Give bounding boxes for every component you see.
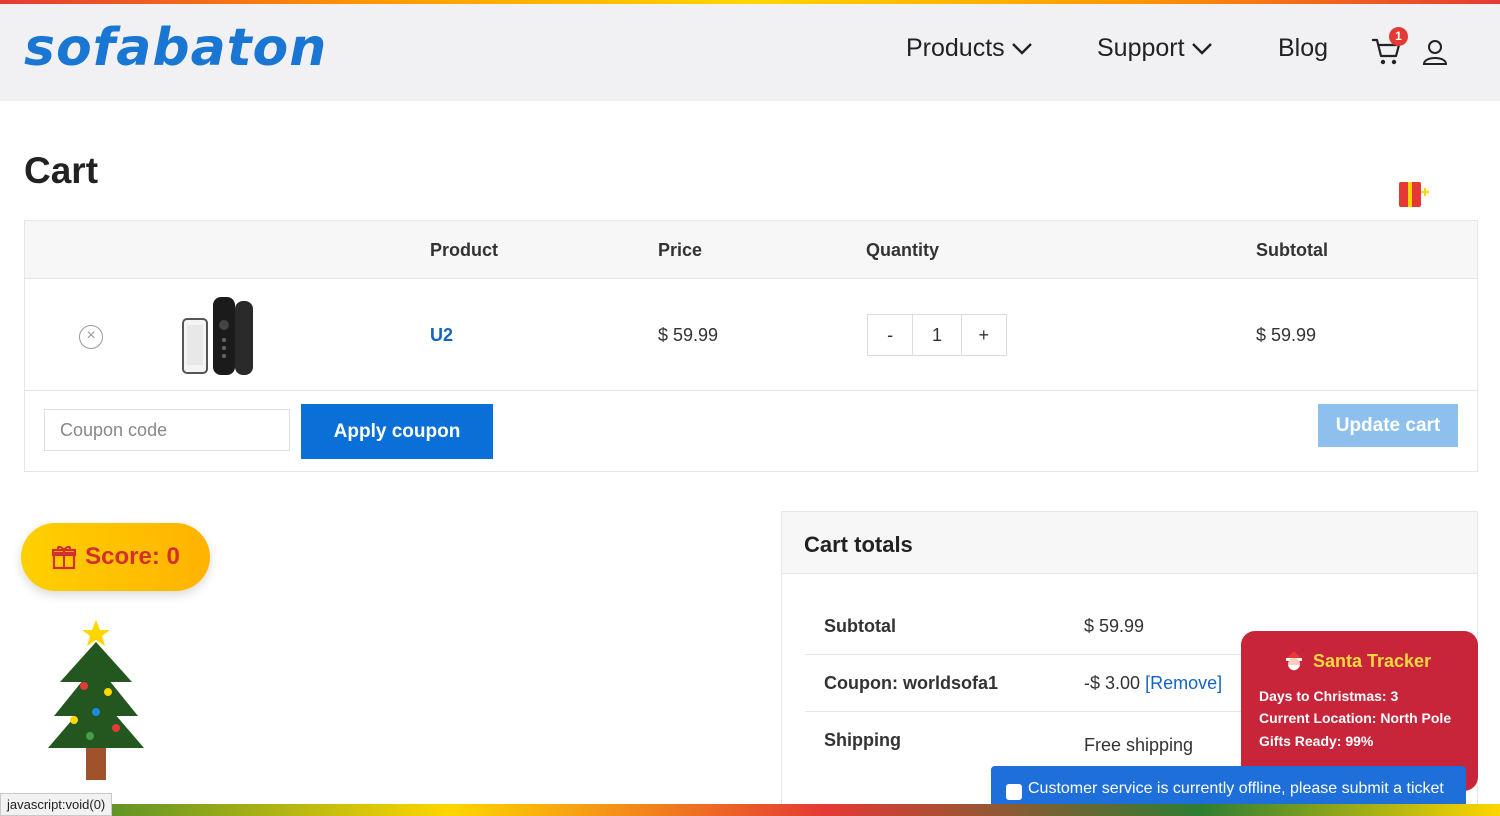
product-thumbnail[interactable] [179,295,257,377]
totals-row-shipping: Shipping Free shipping [805,712,1245,769]
sofabaton-logo[interactable]: sofabaton [24,18,327,78]
cart-table: Product Price Quantity Subtotal × U2 $ 5… [24,220,1478,472]
nav-support[interactable]: Support [1097,34,1213,63]
table-row: × U2 $ 59.99 - 1 + $ 59.99 [25,279,1477,391]
totals-label: Shipping [824,730,901,750]
totals-label: Coupon: worldsofa1 [824,673,998,693]
nav-products[interactable]: Products [906,34,1033,63]
totals-value: Free shipping [1084,735,1194,755]
gifts-ready: Gifts Ready: 99% [1259,733,1374,749]
page-title: Cart [24,150,99,191]
item-price: $ 59.99 [658,325,719,345]
current-location: Current Location: North Pole [1259,710,1452,726]
remove-item-button[interactable]: × [79,325,103,349]
chat-icon [1006,784,1022,800]
quantity-decrease-button[interactable]: - [868,315,912,355]
santa-tracker-header: Santa Tracker [1283,650,1431,672]
chevron-down-icon [1011,42,1032,55]
totals-row-coupon: Coupon: worldsofa1 -$ 3.00 [Remove] [805,655,1245,712]
nav-products-label: Products [906,34,1005,62]
cart-count-badge: 1 [1389,27,1408,46]
totals-value: $ 59.99 [1084,616,1145,636]
remove-coupon-link[interactable]: [Remove] [1145,673,1222,693]
customer-service-text: Customer service is currently offline, p… [1028,780,1444,797]
totals-row-subtotal: Subtotal $ 59.99 [805,598,1245,655]
chevron-down-icon [1191,42,1212,55]
score-badge[interactable]: Score: 0 [21,523,210,591]
update-cart-button[interactable]: Update cart [1318,404,1458,447]
christmas-tree-icon [48,620,144,780]
site-header: sofabaton Products Support Blog 1 [0,4,1500,101]
score-label: Score: 0 [85,543,180,570]
quantity-increase-button[interactable]: + [962,315,1006,355]
apply-coupon-button[interactable]: Apply coupon [301,404,493,459]
header-quantity: Quantity [866,240,940,260]
gift-icon [52,546,77,570]
logo-text: sofabaton [24,18,328,78]
totals-value: -$ 3.00 [Remove] [1084,673,1222,694]
header-price: Price [658,240,703,260]
cart-table-header: Product Price Quantity Subtotal [25,221,1477,279]
quantity-stepper: - 1 + [867,314,1007,356]
coupon-discount: -$ 3.00 [1084,673,1141,693]
nav-blog-label: Blog [1278,34,1329,62]
quantity-input[interactable]: 1 [912,315,962,355]
user-icon[interactable] [1422,38,1448,66]
nav-blog[interactable]: Blog [1278,34,1328,63]
nav-support-label: Support [1097,34,1185,62]
santa-icon [1286,651,1302,671]
header-subtotal: Subtotal [1256,240,1328,260]
festive-bottom-stripe [0,804,1500,816]
item-subtotal: $ 59.99 [1256,325,1317,345]
gift-icon [1399,182,1429,207]
totals-label: Subtotal [824,616,896,636]
coupon-code-input[interactable] [44,409,290,451]
header-product: Product [430,240,499,260]
santa-tracker-title: Santa Tracker [1313,650,1432,671]
product-name-link[interactable]: U2 [430,325,453,346]
status-bar-url: javascript:void(0) [0,793,113,816]
days-to-christmas: Days to Christmas: 3 [1259,688,1399,704]
cart-totals-title: Cart totals [782,512,1477,574]
